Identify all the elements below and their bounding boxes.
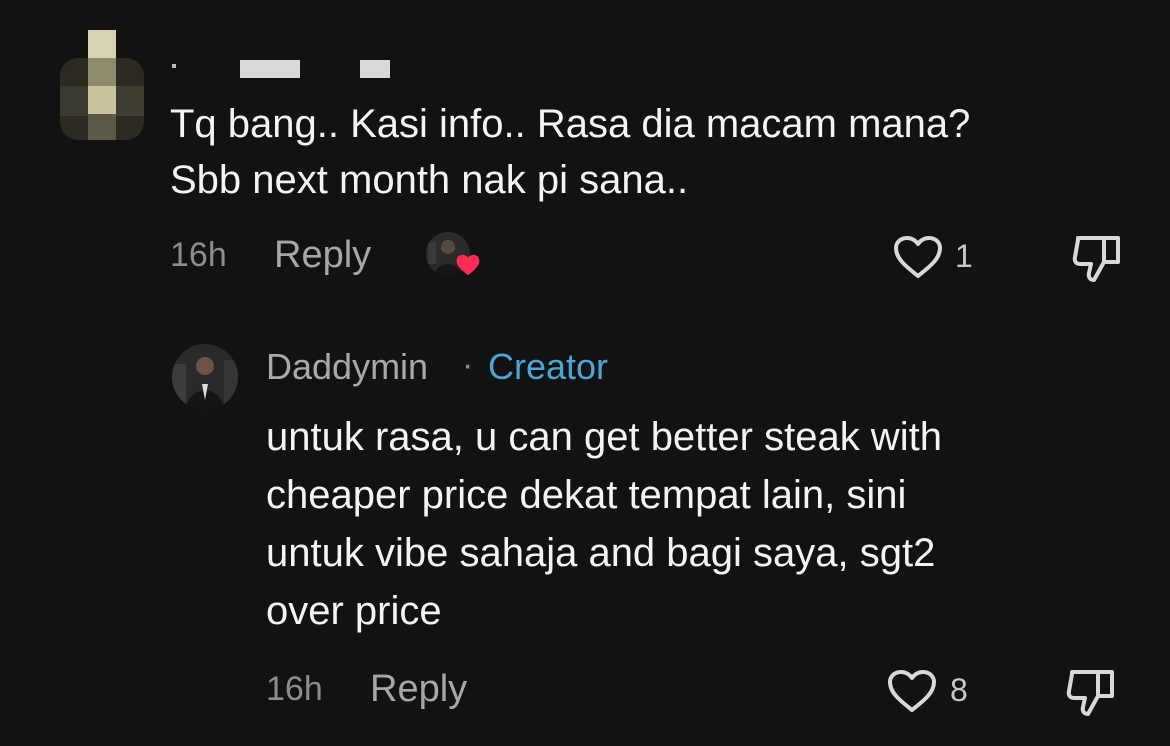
like-count-2: 8 (950, 672, 968, 708)
creator-badge: Creator (488, 346, 609, 387)
reply-timestamp: 16h (266, 670, 323, 708)
separator-dot: · (462, 346, 474, 384)
comment-text: Tq bang.. Kasi info.. Rasa dia macam man… (170, 102, 971, 202)
thumbs-down-icon-2[interactable] (1064, 666, 1120, 718)
like-count: 1 (955, 238, 973, 274)
creator-avatar[interactable] (172, 344, 238, 410)
redacted-username-block-1 (240, 60, 300, 78)
reply-text: untuk rasa, u can get better steak with … (266, 415, 942, 633)
reply-button-2[interactable]: Reply (370, 668, 467, 711)
redacted-username-block-2 (360, 60, 390, 78)
reply-username[interactable]: Daddymin (266, 346, 428, 388)
heart-outline-icon-2[interactable] (886, 668, 938, 714)
redacted-username (172, 64, 176, 68)
commenter-avatar[interactable] (60, 30, 144, 140)
comment-timestamp: 16h (170, 236, 227, 274)
red-heart-icon (456, 254, 480, 276)
thumbs-down-icon[interactable] (1070, 232, 1126, 284)
heart-outline-icon[interactable] (892, 234, 944, 280)
comment-thread: Tq bang.. Kasi info.. Rasa dia macam man… (0, 0, 1170, 746)
reply-button[interactable]: Reply (274, 234, 371, 277)
